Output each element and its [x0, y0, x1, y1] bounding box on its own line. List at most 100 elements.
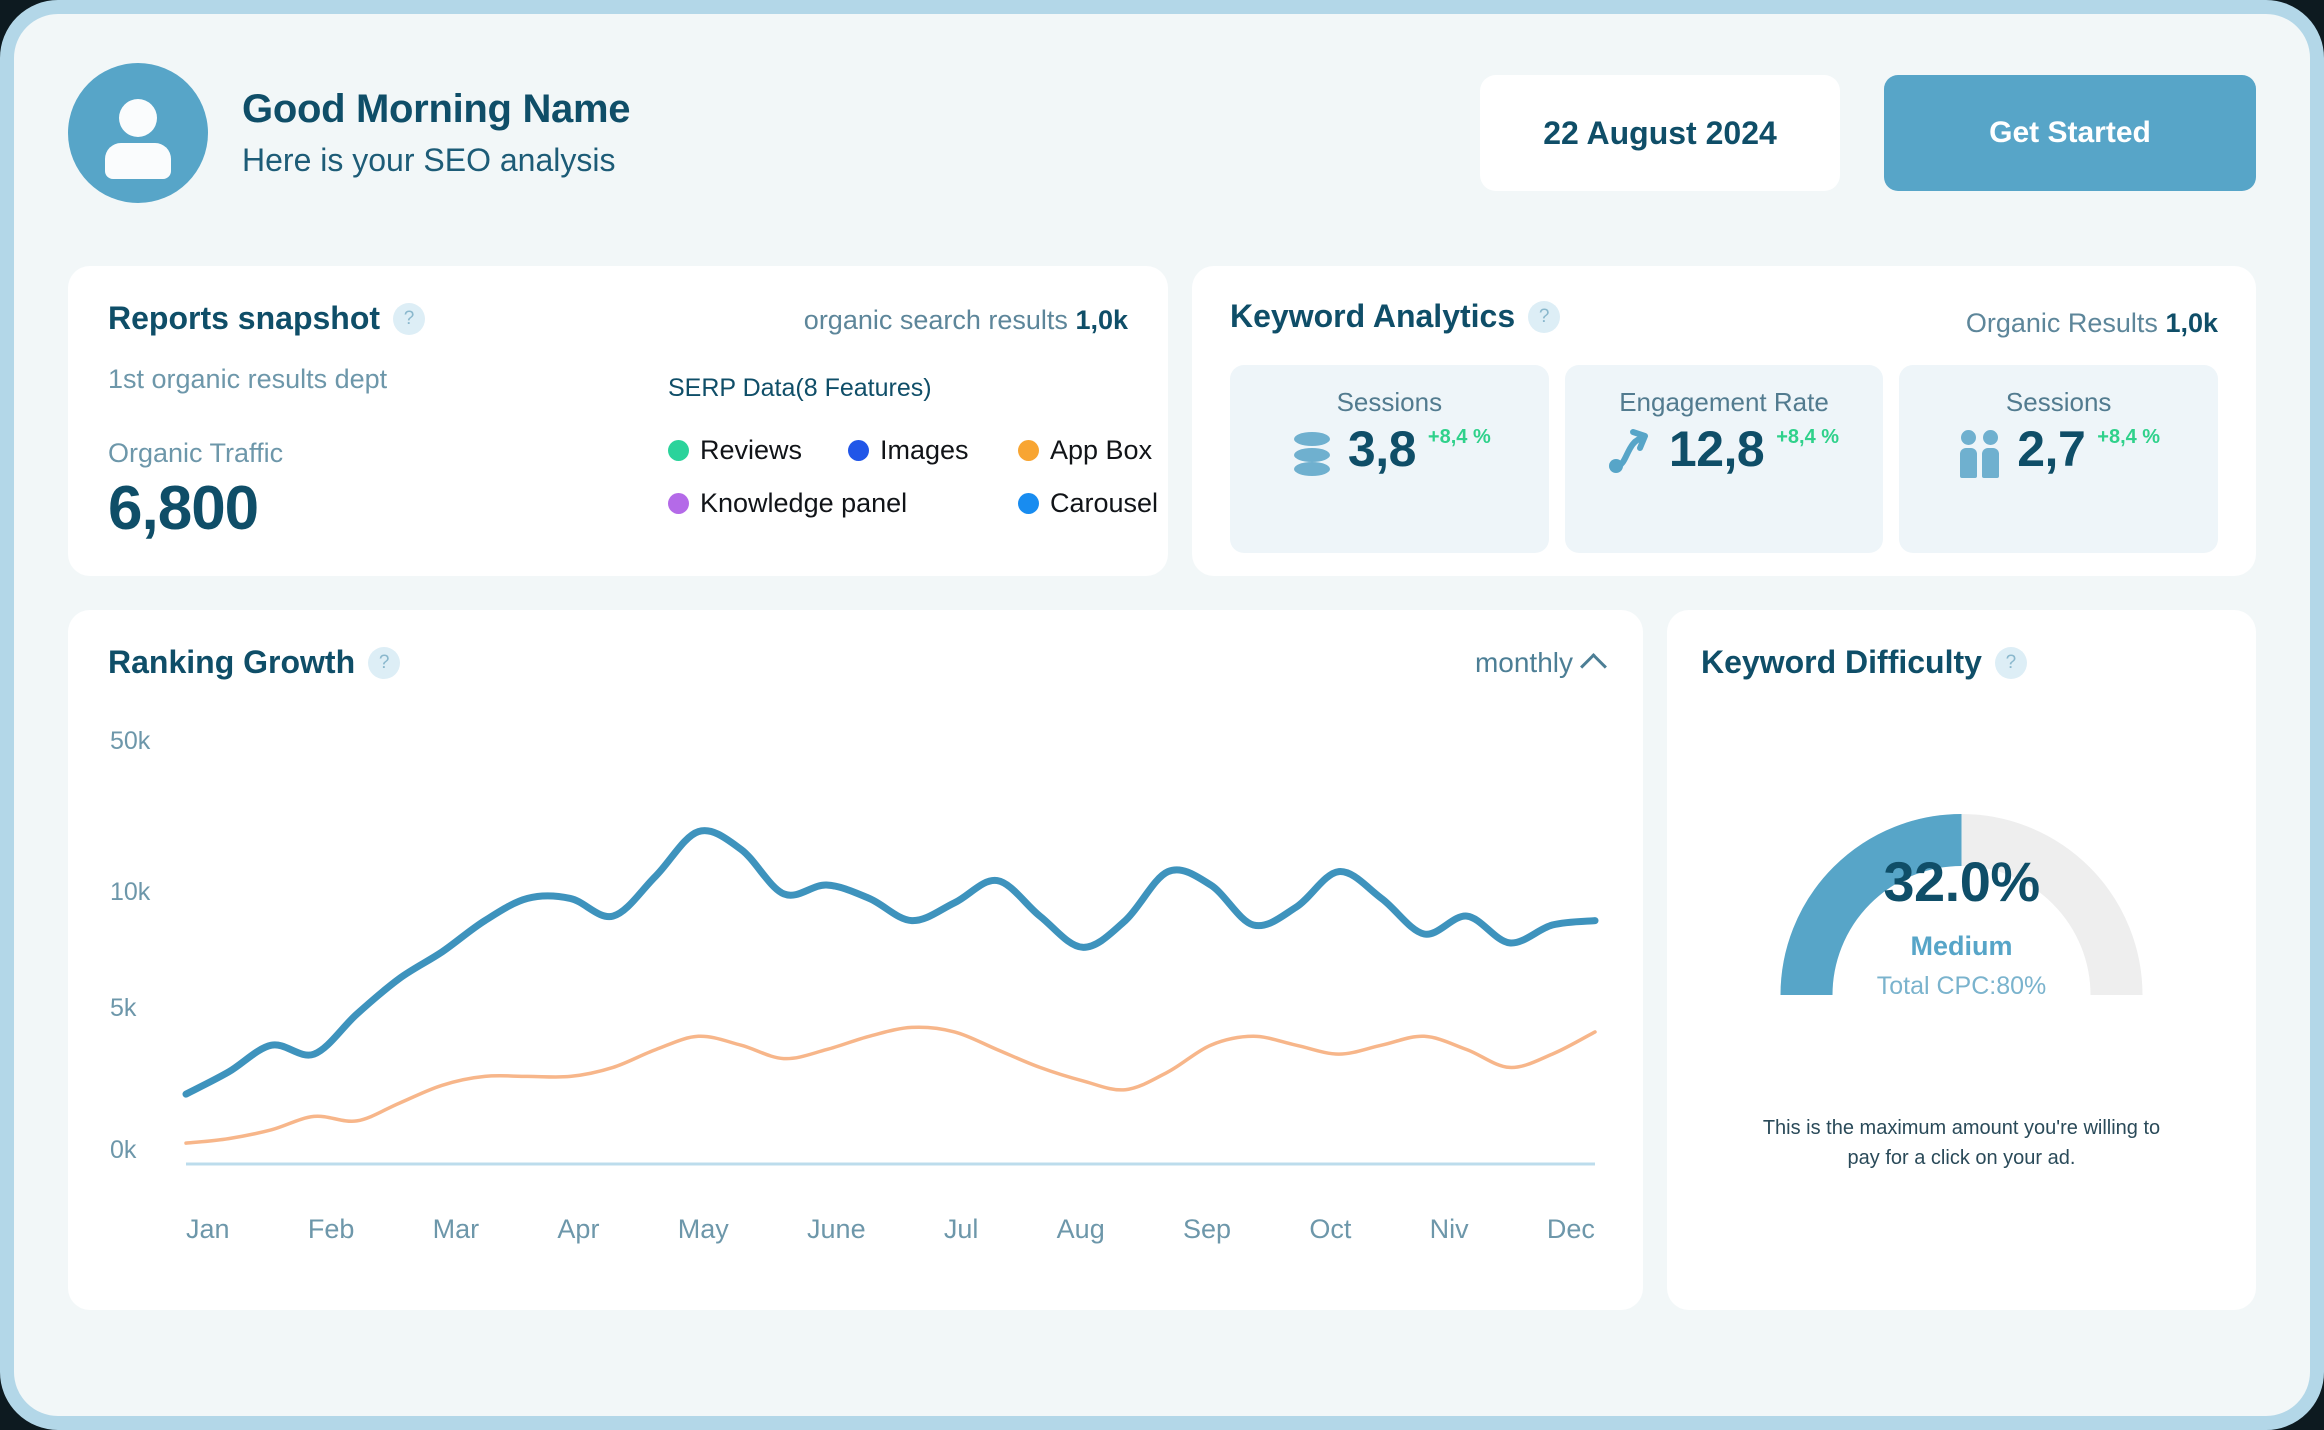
reports-snapshot-card: Reports snapshot ? organic search result… — [68, 266, 1168, 576]
legend-dot-icon — [848, 440, 869, 461]
serp-title-main: SERP Data — [668, 374, 796, 402]
serp-feature-label: Carousel — [1050, 488, 1159, 518]
legend-dot-icon — [1018, 493, 1039, 514]
help-icon[interactable]: ? — [368, 646, 401, 679]
x-axis-label: Jul — [943, 1214, 979, 1244]
stat-value: 2,7 — [2017, 421, 2086, 477]
ranking-growth-header: Ranking Growth ? monthly — [108, 644, 1607, 681]
period-label: monthly — [1474, 646, 1573, 678]
serp-legend: Reviews Images App Box Knowledge panel Carou… — [668, 435, 1158, 519]
serp-data-block: SERP Data(8 Features) Reviews Images App B… — [668, 374, 1158, 519]
x-axis-label: Apr — [557, 1214, 600, 1244]
stat-label: Sessions — [1336, 387, 1443, 417]
serp-feature-item: Images — [848, 435, 1018, 466]
legend-dot-icon — [668, 493, 689, 514]
x-axis-label: May — [677, 1214, 729, 1244]
header-actions: 22 August 2024 Get Started — [1480, 75, 2256, 191]
avatar[interactable] — [68, 63, 208, 203]
stat-label: Engagement Rate — [1619, 387, 1829, 417]
keyword-analytics-card: Keyword Analytics ? Organic Results 1,0k… — [1192, 266, 2256, 576]
ranking-growth-chart: 0k 5k 10k 50k Jan Feb Mar Apr May June Jul Aug Sep O… — [108, 697, 1603, 1257]
stat-delta: +8,4 % — [2097, 426, 2161, 448]
stat-value-row: 2,7 +8,4 % — [1957, 422, 2160, 486]
serp-title: SERP Data(8 Features) — [668, 374, 1158, 403]
stat-delta: +8,4 % — [1427, 426, 1491, 448]
chevron-up-icon — [1580, 652, 1607, 680]
stat-value: 3,8 — [1347, 421, 1417, 477]
dashboard-page: Good Morning Name Here is your SEO analy… — [14, 14, 2310, 1416]
get-started-button[interactable]: Get Started — [1884, 75, 2256, 191]
x-axis-labels: Jan Feb Mar Apr May June Jul Aug Sep Oct Niv Dec — [186, 1214, 1595, 1245]
page-title: Good Morning Name — [242, 87, 631, 131]
organic-results-label: Organic Results — [1965, 308, 2158, 338]
keyword-analytics-header: Keyword Analytics ? Organic Results 1,0k — [1230, 298, 2218, 339]
stat-value-row: 3,8 +8,4 % — [1288, 422, 1491, 486]
x-axis-label: Feb — [307, 1214, 355, 1244]
organic-search-value: 1,0k — [1075, 305, 1128, 335]
serp-feature-item: App Box — [1018, 435, 1158, 466]
ranking-growth-title-group: Ranking Growth ? — [108, 644, 401, 681]
difficulty-note: This is the maximum amount you're willin… — [1762, 1117, 2161, 1169]
x-axis-label: Sep — [1183, 1214, 1232, 1244]
chart-series-line — [184, 1025, 1597, 1145]
help-icon[interactable]: ? — [393, 302, 426, 335]
avatar-head-icon — [119, 99, 157, 137]
help-icon[interactable]: ? — [1528, 300, 1561, 333]
keyword-difficulty-card: Keyword Difficulty ? 32.0% Medium Total … — [1667, 610, 2256, 1310]
keyword-analytics-title-group: Keyword Analytics ? — [1230, 298, 1561, 335]
dashboard-frame: Good Morning Name Here is your SEO analy… — [0, 0, 2324, 1430]
database-icon — [1288, 422, 1336, 480]
x-axis-label: Dec — [1546, 1214, 1595, 1244]
organic-search-results: organic search results 1,0k — [804, 300, 1128, 336]
legend-dot-icon — [668, 440, 689, 461]
chart-series-line — [182, 827, 1599, 1098]
trend-arrow-icon — [1608, 422, 1657, 480]
serp-feature-label: Knowledge panel — [700, 488, 908, 518]
x-axis-label: Jan — [186, 1214, 230, 1244]
difficulty-percent: 32.0% — [1883, 850, 2040, 913]
serp-feature-label: App Box — [1050, 435, 1153, 465]
x-axis-label: Niv — [1429, 1214, 1469, 1244]
greeting-block: Good Morning Name Here is your SEO analy… — [242, 87, 631, 179]
stat-card[interactable]: Sessions 2,7 +8,4 % — [1899, 365, 2219, 553]
serp-feature-item: Reviews — [668, 435, 848, 466]
organic-results-value: 1,0k — [2165, 308, 2218, 338]
period-selector[interactable]: monthly — [1474, 646, 1607, 680]
serp-feature-item: Knowledge panel — [668, 488, 1018, 519]
line-chart-svg — [182, 827, 1599, 1166]
reports-title-group: Reports snapshot ? — [108, 300, 426, 337]
people-icon — [1957, 422, 2005, 480]
stat-cards: Sessions 3,8 +8,4 % Engagement Rate 12,8 +8,4… — [1230, 365, 2219, 553]
organic-search-label: organic search results — [803, 305, 1068, 335]
stat-card[interactable]: Engagement Rate 12,8 +8,4 % — [1564, 365, 1884, 553]
reports-title: Reports snapshot — [108, 300, 381, 336]
reports-header: Reports snapshot ? organic search result… — [108, 300, 1128, 337]
avatar-body-icon — [105, 143, 171, 179]
stat-label: Sessions — [2005, 387, 2112, 417]
keyword-difficulty-title-group: Keyword Difficulty ? — [1701, 644, 2222, 681]
help-icon[interactable]: ? — [1994, 646, 2027, 679]
stat-card[interactable]: Sessions 3,8 +8,4 % — [1230, 365, 1549, 553]
keyword-analytics-title: Keyword Analytics — [1230, 298, 1516, 334]
serp-feature-item: Carousel — [1018, 488, 1158, 519]
gauge-readout: 32.0% Medium Total CPC:80% — [1701, 849, 2222, 1001]
ranking-growth-title: Ranking Growth — [108, 644, 356, 680]
stat-delta: +8,4 % — [1776, 426, 1840, 448]
difficulty-level: Medium — [1910, 931, 2013, 961]
legend-dot-icon — [1018, 440, 1039, 461]
x-axis-label: Mar — [432, 1214, 480, 1244]
page-header: Good Morning Name Here is your SEO analy… — [68, 60, 2256, 206]
page-subtitle: Here is your SEO analysis — [242, 142, 616, 178]
difficulty-gauge: 32.0% Medium Total CPC:80% — [1701, 745, 2222, 1075]
organic-results: Organic Results 1,0k — [1966, 298, 2218, 339]
x-axis-label: Aug — [1056, 1214, 1105, 1244]
total-cpc: Total CPC:80% — [1876, 972, 2047, 1000]
detail-row: Ranking Growth ? monthly 0k 5k 10k 50k Jan F… — [68, 610, 2256, 1310]
keyword-difficulty-title: Keyword Difficulty — [1701, 644, 1982, 680]
ranking-growth-card: Ranking Growth ? monthly 0k 5k 10k 50k Jan F… — [68, 610, 1643, 1310]
serp-feature-count: (8 Features) — [795, 374, 932, 402]
x-axis-label: Oct — [1309, 1214, 1352, 1244]
date-display[interactable]: 22 August 2024 — [1480, 75, 1840, 191]
stat-value: 12,8 — [1668, 421, 1765, 477]
summary-row: Reports snapshot ? organic search result… — [68, 266, 2256, 576]
